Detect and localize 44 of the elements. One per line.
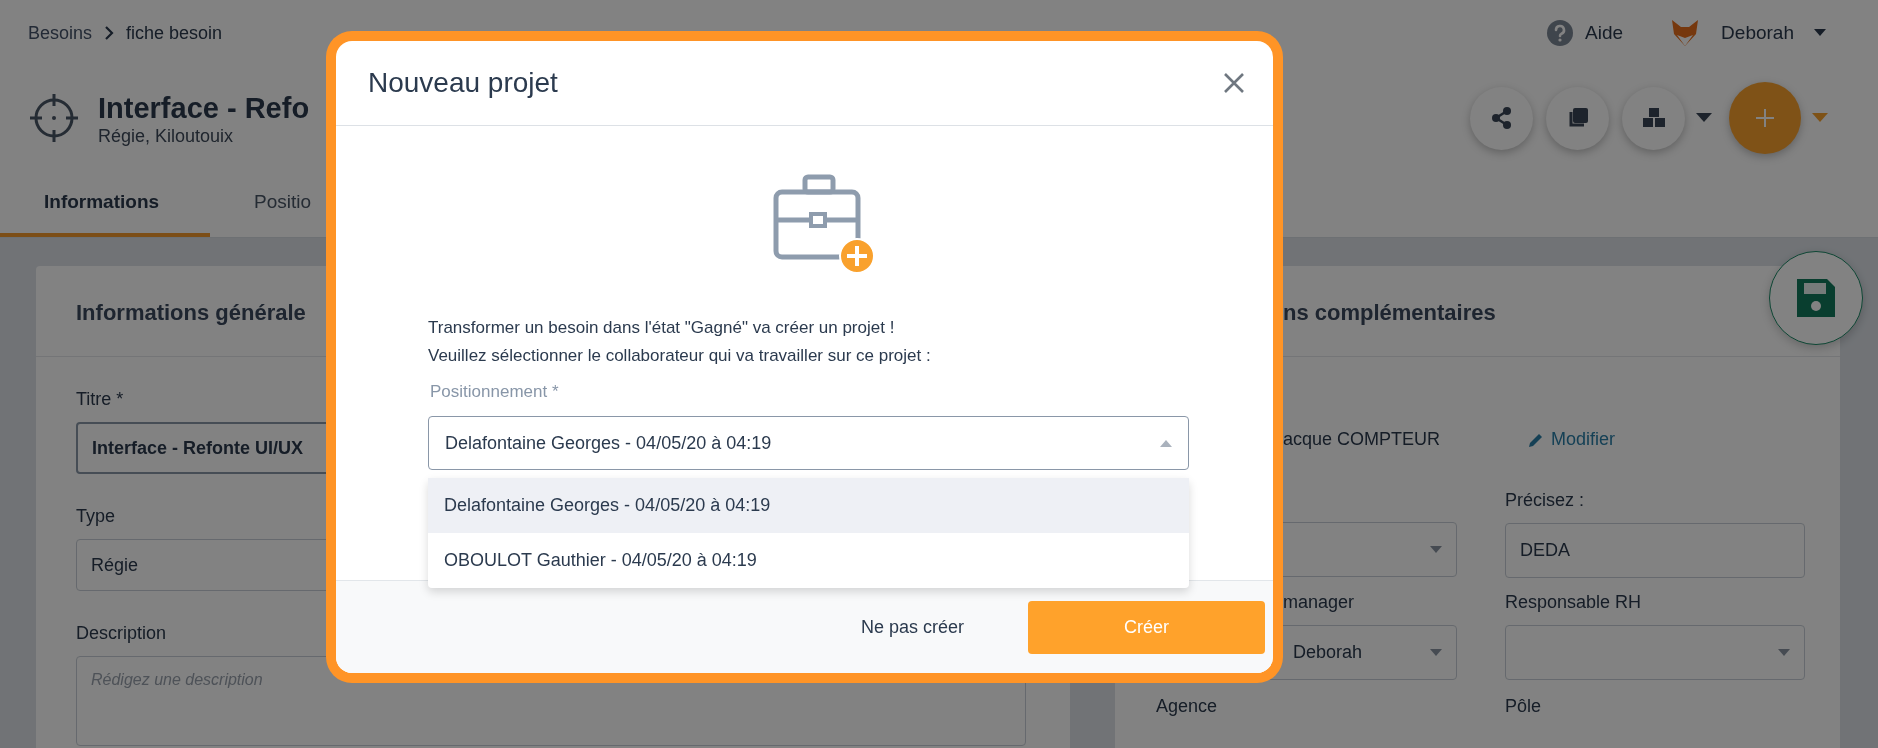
field-label: Pôle xyxy=(1505,696,1543,717)
dialog-message: Veuillez sélectionner le collaborateur qui va travailler sur ce projet : xyxy=(428,345,932,367)
cancel-button[interactable]: Ne pas créer xyxy=(860,616,964,638)
field-label: Agence xyxy=(1156,696,1219,717)
target-icon xyxy=(28,92,80,144)
dropdown-option[interactable]: Delafontaine Georges - 04/05/20 à 04:19 xyxy=(428,478,1189,533)
text-field[interactable]: DEDA xyxy=(1505,523,1805,578)
breadcrumb-link[interactable]: Besoins xyxy=(28,22,93,44)
field-label: Précisez : xyxy=(1505,490,1586,511)
field-label: Titre * xyxy=(76,389,124,410)
user-menu[interactable]: Deborah xyxy=(1721,22,1794,44)
help-icon[interactable] xyxy=(1547,20,1574,46)
briefcase-plus-icon xyxy=(772,174,875,274)
select-field[interactable] xyxy=(1505,625,1805,680)
caret-icon xyxy=(1430,648,1442,657)
caret-icon xyxy=(1160,439,1172,447)
caret-icon[interactable] xyxy=(1696,113,1712,123)
contact-name: acque COMPTEUR xyxy=(1283,429,1441,450)
positioning-select[interactable]: Delafontaine Georges - 04/05/20 à 04:19 xyxy=(428,416,1189,470)
share-icon xyxy=(1490,106,1513,130)
field-label: Type xyxy=(76,506,116,527)
field-label: Description xyxy=(76,623,167,644)
tab[interactable]: Informations xyxy=(0,191,210,237)
record-subtitle: Régie, Kiloutouix xyxy=(98,125,235,147)
edit-link[interactable]: Modifier xyxy=(1527,429,1616,450)
caret-icon xyxy=(1778,648,1790,657)
caret-icon xyxy=(1430,545,1442,554)
share-button[interactable] xyxy=(1470,86,1533,150)
chevron-icon xyxy=(104,26,115,40)
cubes-icon xyxy=(1641,107,1666,129)
field-label: manager xyxy=(1282,592,1356,613)
help-link[interactable]: Aide xyxy=(1585,22,1624,44)
floppy-icon xyxy=(1794,276,1838,320)
caret-icon[interactable] xyxy=(1814,29,1826,37)
copy-button[interactable] xyxy=(1546,86,1609,150)
field-label: Positionnement * xyxy=(430,382,560,402)
field-label: Responsable RH xyxy=(1505,592,1643,613)
cubes-button[interactable] xyxy=(1622,86,1685,150)
dialog-message: Transformer un besoin dans l'état "Gagné" va créer un projet ! xyxy=(428,317,896,339)
dialog-title: Nouveau projet xyxy=(368,67,558,99)
breadcrumb-current: fiche besoin xyxy=(126,22,223,44)
plus-icon xyxy=(1754,107,1776,129)
record-title: Interface - Refo xyxy=(98,90,310,126)
dropdown-option[interactable]: OBOULOT Gauthier - 04/05/20 à 04:19 xyxy=(428,533,1189,588)
